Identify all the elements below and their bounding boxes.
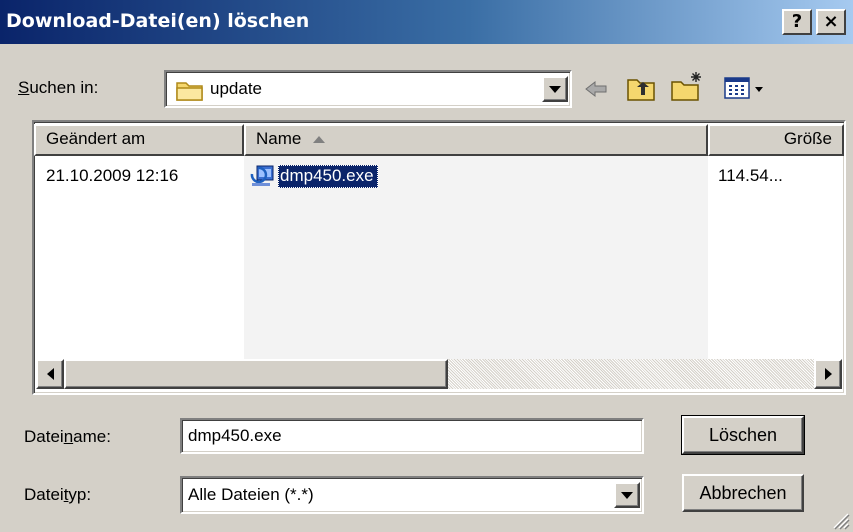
horizontal-scrollbar[interactable] bbox=[36, 359, 842, 389]
table-row[interactable]: dmp450.exe bbox=[248, 162, 378, 190]
delete-button[interactable]: Löschen bbox=[681, 415, 805, 455]
help-button[interactable]: ? bbox=[782, 9, 812, 35]
lookin-label: Suchen in: bbox=[18, 78, 99, 97]
title-bar[interactable]: Download-Datei(en) löschen ? × bbox=[0, 0, 853, 44]
new-folder-icon[interactable] bbox=[670, 70, 706, 102]
filetype-dropdown-button[interactable] bbox=[614, 482, 640, 508]
window-title: Download-Datei(en) löschen bbox=[6, 10, 310, 32]
row-name-cell: dmp450.exe bbox=[278, 164, 378, 188]
scroll-thumb[interactable] bbox=[64, 359, 448, 389]
resize-grip-icon[interactable] bbox=[830, 510, 850, 530]
filename-value: dmp450.exe bbox=[188, 426, 282, 445]
row-size-cell: 114.54... bbox=[718, 166, 783, 185]
filename-input[interactable]: dmp450.exe bbox=[180, 418, 644, 454]
scroll-right-button[interactable] bbox=[814, 359, 842, 389]
lookin-dropdown-button[interactable] bbox=[542, 76, 568, 102]
cancel-button[interactable]: Abbrechen bbox=[682, 474, 804, 512]
up-folder-icon[interactable] bbox=[626, 74, 656, 102]
file-list[interactable]: Geändert am Name Größe 21.10.2009 12:16 … bbox=[32, 120, 846, 395]
close-button[interactable]: × bbox=[816, 9, 846, 35]
sort-ascending-icon bbox=[313, 136, 326, 144]
chevron-down-icon bbox=[621, 491, 633, 499]
column-header-modified[interactable]: Geändert am bbox=[34, 124, 244, 156]
filename-label: Dateiname: bbox=[24, 427, 111, 446]
lookin-combobox[interactable]: update bbox=[164, 70, 572, 108]
folder-icon bbox=[176, 82, 203, 101]
column-header-size[interactable]: Größe bbox=[708, 124, 844, 156]
chevron-down-icon bbox=[549, 85, 561, 93]
filetype-value: Alle Dateien (*.*) bbox=[188, 485, 314, 504]
executable-file-icon bbox=[250, 165, 274, 186]
filetype-combobox[interactable]: Alle Dateien (*.*) bbox=[180, 476, 644, 514]
scroll-track[interactable] bbox=[448, 359, 814, 389]
arrow-right-icon bbox=[824, 368, 832, 380]
scroll-left-button[interactable] bbox=[36, 359, 64, 389]
arrow-left-icon bbox=[46, 368, 54, 380]
column-header-name[interactable]: Name bbox=[244, 124, 708, 156]
filetype-label: Dateityp: bbox=[24, 485, 92, 504]
row-modified-cell: 21.10.2009 12:16 bbox=[46, 166, 179, 185]
lookin-value: update bbox=[210, 79, 262, 98]
view-menu-icon[interactable] bbox=[724, 76, 768, 102]
back-arrow-icon[interactable] bbox=[583, 78, 609, 100]
